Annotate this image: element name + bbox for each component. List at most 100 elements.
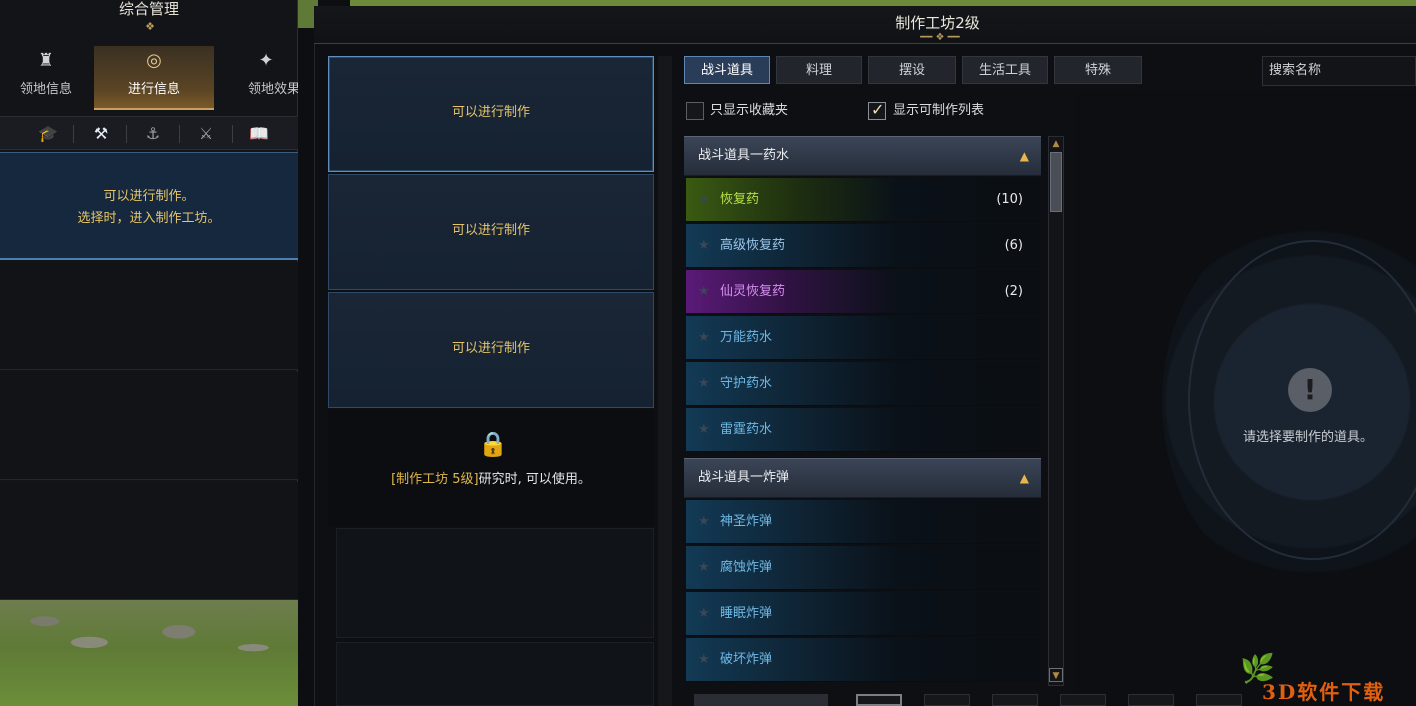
item-name: 神圣炸弹 <box>720 514 773 529</box>
window-title: 制作工坊2级 <box>895 14 980 32</box>
crafting-slot[interactable]: 可以进行制作 <box>328 174 654 290</box>
material-slot[interactable] <box>1196 694 1242 706</box>
divider <box>232 125 233 143</box>
category-title: 战斗道具一药水 <box>698 148 790 163</box>
background-terrain <box>0 600 298 706</box>
tab-progress-info[interactable]: ◎ 进行信息 <box>94 46 214 110</box>
material-slot[interactable] <box>1060 694 1106 706</box>
castle-icon: ♜ <box>37 50 55 71</box>
tab-label: 领地效果 <box>248 82 298 97</box>
item-count: (2) <box>1004 284 1023 299</box>
material-slot[interactable] <box>992 694 1038 706</box>
list-item[interactable]: ★ 恢复药 (10) <box>686 178 1041 222</box>
item-name: 万能药水 <box>720 330 773 345</box>
star-icon[interactable]: ★ <box>698 638 710 682</box>
title-ornament-icon: ━━ ❖ ━━ <box>920 32 960 43</box>
item-name: 雷霆药水 <box>720 422 773 437</box>
exclamation-icon: ! <box>1288 368 1332 412</box>
required-level: [制作工坊 5级] <box>391 472 479 487</box>
title-ornament-icon: ❖ <box>145 20 155 33</box>
star-icon[interactable]: ★ <box>698 408 710 452</box>
crafting-slot[interactable]: 可以进行制作 <box>328 56 654 172</box>
material-slot[interactable] <box>856 694 902 706</box>
empty-detail-message: 请选择要制作的道具。 <box>1242 430 1373 445</box>
list-item[interactable]: ★ 腐蚀炸弹 <box>686 546 1041 590</box>
item-name: 腐蚀炸弹 <box>720 560 773 575</box>
tab-life-tools[interactable]: 生活工具 <box>962 56 1048 84</box>
craftable-label: 显示可制作列表 <box>893 103 985 118</box>
list-item[interactable]: ★ 仙灵恢复药 (2) <box>686 270 1041 314</box>
star-icon[interactable]: ★ <box>698 500 710 544</box>
scroll-up-icon[interactable]: ▲ <box>1049 137 1063 151</box>
item-name: 恢复药 <box>720 192 760 207</box>
empty-slot <box>336 642 654 706</box>
favorites-label: 只显示收藏夹 <box>710 103 789 118</box>
panel-divider <box>658 56 672 706</box>
list-item[interactable]: ★ 万能药水 <box>686 316 1041 360</box>
category-icon-bar: 🎓 ⚒ ⚓ ⚔ 📖 <box>0 116 298 150</box>
entry-line: 可以进行制作。 <box>103 189 195 204</box>
crafting-slot[interactable]: 可以进行制作 <box>328 292 654 408</box>
scroll-down-icon[interactable]: ▼ <box>1049 668 1063 682</box>
entry-line: 选择时，进入制作工坊。 <box>77 211 221 226</box>
star-icon[interactable]: ★ <box>698 316 710 360</box>
list-item[interactable]: ★ 破坏炸弹 <box>686 638 1041 682</box>
watermark-text: 3D软件下载 <box>1262 680 1386 704</box>
favorites-checkbox[interactable] <box>686 102 704 120</box>
crossed-swords-icon[interactable]: ⚔ <box>181 117 231 151</box>
list-item[interactable]: ★ 睡眠炸弹 <box>686 592 1041 636</box>
star-icon[interactable]: ★ <box>698 592 710 636</box>
star-icon[interactable]: ★ <box>698 270 710 314</box>
item-name: 守护药水 <box>720 376 773 391</box>
anchor-icon[interactable]: ⚓ <box>128 117 178 151</box>
tab-special[interactable]: 特殊 <box>1054 56 1142 84</box>
material-slot[interactable] <box>924 694 970 706</box>
item-count: (6) <box>1004 238 1023 253</box>
category-title: 战斗道具一炸弹 <box>698 470 790 485</box>
tab-territory-effects[interactable]: ✦ 领地效果 <box>232 46 298 110</box>
star-icon[interactable]: ★ <box>698 178 710 222</box>
locked-slot-text: [制作工坊 5级]研究时, 可以使用。 <box>328 468 654 488</box>
tab-furnishing[interactable]: 摆设 <box>868 56 956 84</box>
craft-button[interactable] <box>694 694 828 706</box>
item-name: 破坏炸弹 <box>720 652 773 667</box>
search-input[interactable]: 搜索名称 <box>1262 56 1416 86</box>
chevron-up-icon: ▲ <box>1019 149 1029 163</box>
list-item[interactable] <box>0 262 298 370</box>
lock-icon: 🔒 <box>478 430 508 458</box>
list-scrollbar[interactable] <box>1048 136 1064 686</box>
book-icon[interactable]: 📖 <box>234 117 284 151</box>
list-item[interactable] <box>0 482 298 600</box>
item-name: 仙灵恢复药 <box>720 284 786 299</box>
list-item[interactable]: ★ 神圣炸弹 <box>686 500 1041 544</box>
item-name: 高级恢复药 <box>720 238 786 253</box>
graduation-cap-icon[interactable]: 🎓 <box>23 117 73 151</box>
sparkle-icon: ✦ <box>258 50 274 71</box>
item-count: (10) <box>996 192 1023 207</box>
star-icon[interactable]: ★ <box>698 546 710 590</box>
selected-workshop-entry[interactable]: 可以进行制作。 选择时，进入制作工坊。 <box>0 152 298 260</box>
management-panel: 综合管理 ❖ ♜ 领地信息 ◎ 进行信息 ✦ 领地效果 🎓 ⚒ ⚓ ⚔ 📖 可以… <box>0 0 298 600</box>
list-item[interactable]: ★ 守护药水 <box>686 362 1041 406</box>
chevron-up-icon: ▲ <box>1019 471 1029 485</box>
empty-slot <box>336 528 654 638</box>
star-icon[interactable]: ★ <box>698 224 710 268</box>
tab-label: 进行信息 <box>127 82 180 97</box>
scroll-thumb[interactable] <box>1050 152 1062 212</box>
material-slot[interactable] <box>1128 694 1174 706</box>
list-item[interactable]: ★ 高级恢复药 (6) <box>686 224 1041 268</box>
craftable-checkbox[interactable] <box>868 100 886 120</box>
list-item[interactable] <box>0 372 298 480</box>
tab-label: 领地信息 <box>19 82 72 97</box>
tab-territory-info[interactable]: ♜ 领地信息 <box>0 46 92 110</box>
item-name: 睡眠炸弹 <box>720 606 773 621</box>
category-header-potions[interactable]: 战斗道具一药水 ▲ <box>684 136 1041 176</box>
list-item[interactable]: ★ 雷霆药水 <box>686 408 1041 452</box>
crossed-tools-icon[interactable]: ⚒ <box>76 117 126 151</box>
divider <box>126 125 127 143</box>
category-header-bombs[interactable]: 战斗道具一炸弹 ▲ <box>684 458 1041 498</box>
tab-cooking[interactable]: 料理 <box>776 56 862 84</box>
tab-combat-items[interactable]: 战斗道具 <box>684 56 770 84</box>
compass-icon: ◎ <box>146 50 162 71</box>
star-icon[interactable]: ★ <box>698 362 710 406</box>
